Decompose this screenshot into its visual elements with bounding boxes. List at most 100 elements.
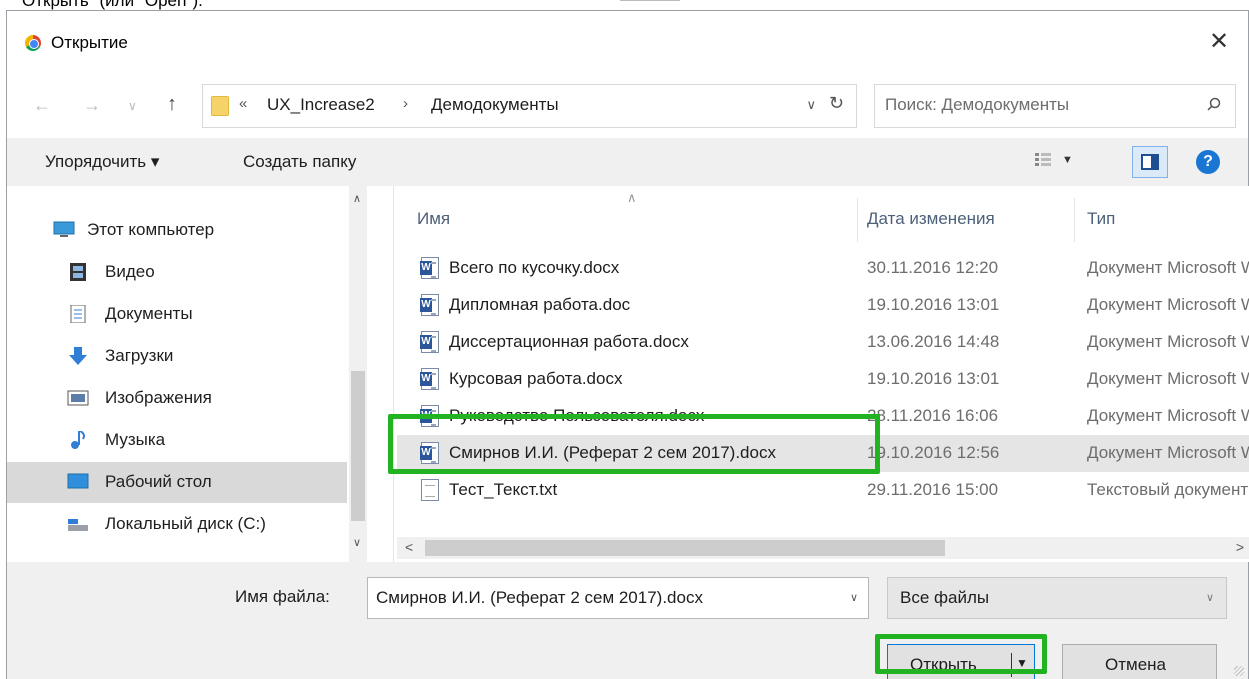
- navigation-pane: Этот компьютер Видео Документы Загрузки …: [7, 186, 393, 562]
- file-list-horizontal-scrollbar[interactable]: < >: [397, 537, 1249, 559]
- scroll-up-icon[interactable]: ∧: [353, 192, 361, 205]
- pane-divider[interactable]: [393, 186, 394, 562]
- file-date: 19.10.2016 12:56: [867, 443, 1000, 462]
- refresh-icon[interactable]: ↻: [829, 93, 844, 114]
- new-folder-button[interactable]: Создать папку: [243, 152, 356, 172]
- video-icon: [70, 263, 86, 281]
- file-name: Курсовая работа.docx: [449, 369, 623, 388]
- title-bar[interactable]: Открытие ✕: [7, 11, 1248, 71]
- nav-item-label: Этот компьютер: [87, 220, 215, 239]
- cancel-button[interactable]: Отмена: [1062, 644, 1217, 679]
- dialog-title: Открытие: [51, 33, 128, 52]
- cancel-button-label: Отмена: [1105, 655, 1166, 674]
- filename-label: Имя файла:: [235, 587, 330, 606]
- nav-item-label: Видео: [105, 262, 155, 281]
- nav-item-label: Изображения: [105, 388, 212, 407]
- word-document-icon: [420, 331, 439, 353]
- column-separator[interactable]: [857, 198, 858, 242]
- forward-arrow-icon[interactable]: →: [83, 95, 101, 116]
- downloads-icon: [69, 347, 87, 365]
- filename-combobox[interactable]: ∨: [367, 577, 869, 619]
- nav-item-label: Рабочий стол: [105, 472, 212, 491]
- word-document-icon: [420, 294, 439, 316]
- view-options-icon[interactable]: [1034, 152, 1052, 168]
- breadcrumb-overflow[interactable]: «: [239, 95, 247, 112]
- scroll-down-icon[interactable]: ∨: [353, 536, 361, 549]
- filetype-value: Все файлы: [900, 588, 990, 607]
- filename-dropdown-chevron-icon[interactable]: ∨: [850, 591, 858, 604]
- file-row[interactable]: Всего по кусочку.docx 30.11.2016 12:20 Д…: [397, 250, 1249, 287]
- highlight-open-button: [875, 634, 1047, 674]
- help-icon[interactable]: ?: [1196, 150, 1220, 174]
- file-date: 19.10.2016 13:01: [867, 369, 1000, 388]
- breadcrumb-ux-increase2[interactable]: UX_Increase2: [267, 95, 375, 115]
- scrollbar-thumb[interactable]: [425, 540, 945, 556]
- file-type: Документ Microsoft Word: [1087, 406, 1249, 425]
- file-date: 29.11.2016 15:00: [867, 480, 999, 499]
- file-row[interactable]: Тест_Текст.txt 29.11.2016 15:00 Текстовы…: [397, 472, 1249, 509]
- file-type: Документ Microsoft Word 97-2003: [1087, 295, 1249, 314]
- file-name: Дипломная работа.doc: [449, 295, 631, 314]
- folder-icon: [211, 96, 229, 116]
- file-row[interactable]: Курсовая работа.docx 19.10.2016 13:01 До…: [397, 361, 1249, 398]
- nav-item-local-disk[interactable]: Локальный диск (C:): [7, 504, 347, 545]
- file-date: 19.10.2016 13:01: [867, 295, 1000, 314]
- file-type: Документ Microsoft Word: [1087, 332, 1249, 351]
- column-header-date[interactable]: Дата изменения: [867, 209, 995, 229]
- up-arrow-icon[interactable]: ↑: [167, 93, 177, 116]
- search-box[interactable]: [874, 84, 1236, 128]
- recent-locations-chevron-icon[interactable]: ∨: [128, 99, 137, 113]
- breadcrumb-separator: ›: [403, 95, 408, 112]
- scroll-right-icon[interactable]: >: [1236, 539, 1244, 555]
- nav-item-label: Документы: [105, 304, 193, 323]
- open-file-dialog: Открытие ✕ ← → ∨ ↑ « UX_Increase2 › Демо…: [6, 10, 1249, 679]
- search-input[interactable]: [885, 95, 1185, 115]
- preview-pane-button[interactable]: [1132, 146, 1168, 178]
- nav-item-music[interactable]: Музыка: [7, 420, 347, 461]
- filetype-select[interactable]: Все файлы ∨: [887, 577, 1227, 619]
- address-bar[interactable]: « UX_Increase2 › Демодокументы ∨ ↻: [202, 84, 857, 128]
- file-date: 30.11.2016 12:20: [867, 258, 999, 277]
- organize-menu[interactable]: Упорядочить ▾: [45, 152, 159, 172]
- breadcrumb-demodocs[interactable]: Демодокументы: [431, 95, 559, 115]
- nav-item-label: Локальный диск (C:): [105, 514, 266, 533]
- column-separator[interactable]: [1074, 198, 1075, 242]
- nav-item-this-pc[interactable]: Этот компьютер: [7, 210, 347, 251]
- file-name: Диссертационная работа.docx: [449, 332, 689, 351]
- column-header-type[interactable]: Тип: [1087, 209, 1115, 229]
- file-type: Документ Microsoft Word: [1087, 443, 1249, 462]
- music-icon: [71, 431, 85, 449]
- navigation-scrollbar[interactable]: ∧ ∨: [349, 186, 367, 562]
- file-name: Всего по кусочку.docx: [449, 258, 620, 277]
- nav-item-downloads[interactable]: Загрузки: [7, 336, 347, 377]
- drive-icon: [68, 519, 88, 531]
- file-row[interactable]: Дипломная работа.doc 19.10.2016 13:01 До…: [397, 287, 1249, 324]
- desktop-icon: [67, 473, 89, 489]
- close-button[interactable]: ✕: [1204, 27, 1234, 57]
- scrollbar-thumb[interactable]: [351, 371, 365, 521]
- background-window-edge: [620, 0, 680, 10]
- back-arrow-icon[interactable]: ←: [33, 95, 51, 116]
- filename-input[interactable]: [376, 588, 836, 608]
- nav-item-video[interactable]: Видео: [7, 252, 347, 293]
- file-type: Документ Microsoft Word: [1087, 258, 1249, 277]
- file-date: 28.11.2016 16:06: [867, 406, 999, 425]
- view-dropdown-icon[interactable]: ▼: [1062, 154, 1073, 166]
- nav-item-documents[interactable]: Документы: [7, 294, 347, 335]
- file-list: ∧ Имя Дата изменения Тип Всего по кусочк…: [397, 186, 1249, 562]
- highlight-selected-file: [388, 414, 880, 474]
- file-row[interactable]: Диссертационная работа.docx 13.06.2016 1…: [397, 324, 1249, 361]
- resize-grip[interactable]: [1234, 666, 1244, 676]
- nav-item-pictures[interactable]: Изображения: [7, 378, 347, 419]
- file-type: Документ Microsoft Word: [1087, 369, 1249, 388]
- scroll-left-icon[interactable]: <: [405, 539, 413, 555]
- nav-item-desktop[interactable]: Рабочий стол: [7, 462, 347, 503]
- file-date: 13.06.2016 14:48: [867, 332, 1000, 351]
- column-header-name[interactable]: Имя: [417, 209, 450, 229]
- text-document-icon: [421, 479, 439, 501]
- search-icon[interactable]: [1207, 97, 1221, 111]
- filetype-dropdown-chevron-icon[interactable]: ∨: [1206, 591, 1214, 604]
- preview-pane-icon: [1141, 154, 1159, 170]
- pictures-icon: [67, 390, 89, 406]
- address-dropdown-chevron-icon[interactable]: ∨: [806, 97, 816, 113]
